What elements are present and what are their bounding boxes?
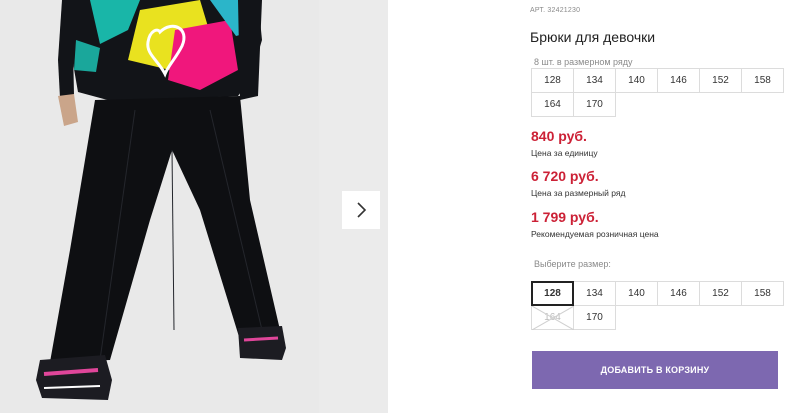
size-option-128[interactable]: 128	[531, 281, 574, 306]
unavailable-cross-icon	[532, 306, 574, 330]
article-number: АРТ. 32421230	[530, 7, 581, 14]
retail-price-note: Рекомендуемая розничная цена	[531, 229, 659, 239]
pack-size-cell: 128	[531, 68, 574, 93]
pack-size-cell: 146	[657, 68, 700, 93]
size-option-140[interactable]: 140	[615, 281, 658, 306]
size-option-146[interactable]: 146	[657, 281, 700, 306]
product-image	[36, 0, 286, 400]
product-title: Брюки для девочки	[530, 29, 656, 45]
size-option-label: 146	[670, 288, 687, 299]
pack-size-cell: 134	[573, 68, 616, 93]
product-photo	[0, 0, 388, 413]
pack-size-cell: 158	[741, 68, 784, 93]
size-option-label: 140	[628, 288, 645, 299]
choose-size-label: Выберите размер:	[534, 259, 611, 269]
add-to-cart-button[interactable]: ДОБАВИТЬ В КОРЗИНУ	[532, 351, 778, 389]
pack-size-grid: 128 134 140 146 152 158 164 170	[531, 68, 784, 117]
pack-size-cell: 140	[615, 68, 658, 93]
unit-price: 840 руб.	[531, 128, 587, 144]
size-option-label: 152	[712, 288, 729, 299]
chevron-right-icon	[357, 202, 367, 218]
size-option-164: 164	[531, 305, 574, 330]
pack-size-cell: 164	[531, 92, 574, 117]
size-option-label: 128	[544, 288, 561, 299]
pack-size-cell: 152	[699, 68, 742, 93]
size-option-label: 170	[586, 312, 603, 323]
gallery-next-button[interactable]	[342, 191, 380, 229]
size-option-170[interactable]: 170	[573, 305, 616, 330]
unit-price-note: Цена за единицу	[531, 148, 598, 158]
pack-price-note: Цена за размерный ряд	[531, 188, 626, 198]
size-option-158[interactable]: 158	[741, 281, 784, 306]
size-selector: 128 134 140 146 152 158 164 170	[531, 281, 784, 330]
pack-price: 6 720 руб.	[531, 168, 599, 184]
size-option-134[interactable]: 134	[573, 281, 616, 306]
size-option-152[interactable]: 152	[699, 281, 742, 306]
size-option-label: 134	[586, 288, 603, 299]
size-option-label: 158	[754, 288, 771, 299]
pack-label: 8 шт. в размерном ряду	[534, 57, 633, 67]
pack-size-cell: 170	[573, 92, 616, 117]
retail-price: 1 799 руб.	[531, 209, 599, 225]
